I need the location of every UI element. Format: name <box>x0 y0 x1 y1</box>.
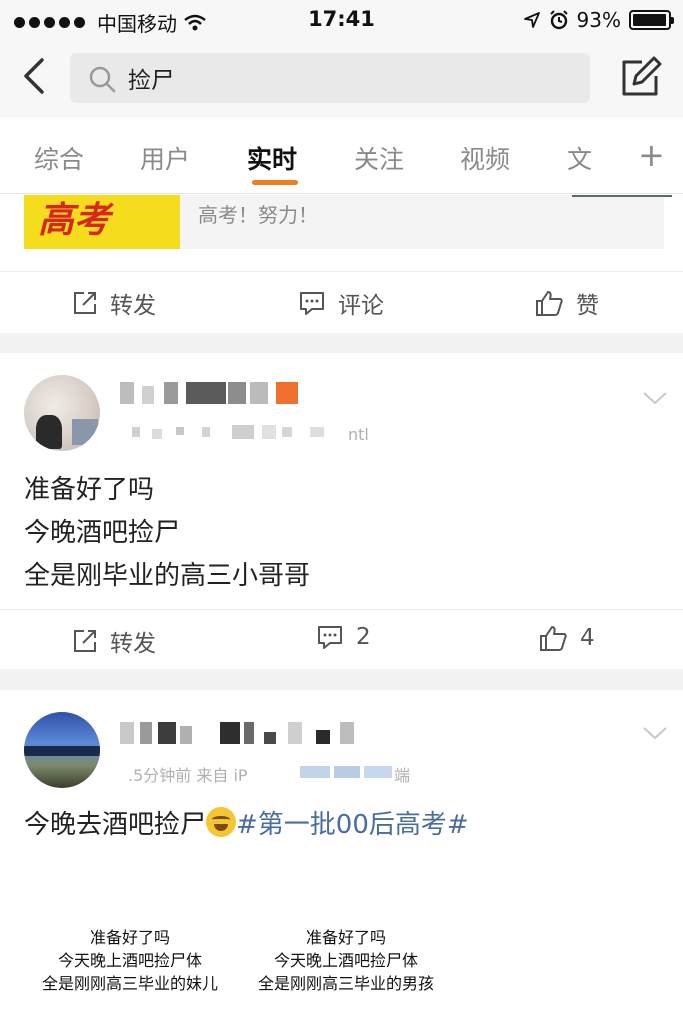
caption-line: 今天晚上酒吧捡尸体 <box>57 951 202 970</box>
post-meta-blurred <box>300 766 396 780</box>
comment-icon <box>300 292 324 315</box>
username-blurred[interactable] <box>120 382 300 404</box>
repost-button[interactable]: 转发 <box>72 286 156 320</box>
feed[interactable]: 高考 高考！努力！ 转发 评论 赞 ntl 准备好了吗 今晚酒吧捡尸 全是刚毕业… <box>0 195 683 1032</box>
repost-label: 转发 <box>110 631 156 657</box>
caption-line: 准备好了吗 <box>305 928 386 947</box>
post-body: 准备好了吗 今晚酒吧捡尸 全是刚毕业的高三小哥哥 <box>24 469 310 598</box>
tab-video[interactable]: 视频 <box>460 140 510 176</box>
quoted-divider <box>572 195 672 197</box>
tab-articles[interactable]: 文 <box>567 140 592 176</box>
repost-button[interactable]: 转发 <box>72 624 156 658</box>
post-actions: 转发 评论 赞 <box>0 271 683 331</box>
thumbs-up-icon <box>536 291 563 316</box>
search-icon <box>89 66 116 93</box>
avatar[interactable] <box>24 375 100 451</box>
post-meta: .5分钟前 来自 iP <box>128 766 248 785</box>
alarm-icon <box>549 10 568 30</box>
avatar-pixelation <box>24 746 100 756</box>
post-source: ntl <box>348 425 369 444</box>
avatar-figure <box>36 415 62 449</box>
post-source: 端 <box>394 766 411 785</box>
tab-comprehensive[interactable]: 综合 <box>34 140 84 176</box>
repost-icon <box>74 630 96 652</box>
search-input[interactable] <box>128 61 568 95</box>
caption-line: 全是刚刚高三毕业的妹儿 <box>41 974 218 993</box>
battery-percentage: 93% <box>576 8 621 32</box>
chevron-down-icon[interactable] <box>642 726 668 742</box>
tab-following[interactable]: 关注 <box>354 140 404 176</box>
comment-icon <box>318 626 342 649</box>
repost-label: 转发 <box>110 293 156 319</box>
compose-button[interactable] <box>618 54 664 100</box>
caption-line: 全是刚刚高三毕业的男孩 <box>257 974 434 993</box>
laugh-cry-emoji-icon <box>206 807 237 837</box>
post-line: 今晚酒吧捡尸 <box>24 518 181 548</box>
hashtag-link[interactable]: #第一批00后高考# <box>236 810 469 840</box>
like-label: 赞 <box>576 293 599 319</box>
tab-realtime[interactable]: 实时 <box>247 140 297 176</box>
compose-icon <box>622 56 662 96</box>
chevron-left-icon <box>24 58 44 94</box>
search-box[interactable] <box>70 53 590 103</box>
quoted-text: 高考！努力！ <box>198 203 318 227</box>
quoted-image[interactable]: 高考 <box>24 195 180 249</box>
status-bar: 中国移动 17:41 93% <box>0 0 683 40</box>
image-caption[interactable]: 准备好了吗 今天晚上酒吧捡尸体 全是刚刚高三毕业的男孩 <box>226 926 466 995</box>
post-line: 准备好了吗 <box>24 475 155 505</box>
comment-count: 2 <box>356 624 371 650</box>
like-button[interactable]: 4 <box>538 624 595 652</box>
post-card: .5分钟前 来自 iP 端 今晚去酒吧捡尸 #第一批00后高考# 准备好了吗 今天… <box>0 690 683 1032</box>
active-tab-indicator <box>252 180 298 185</box>
repost-icon <box>74 292 96 314</box>
tab-users[interactable]: 用户 <box>140 140 190 176</box>
like-button[interactable]: 赞 <box>534 286 599 320</box>
battery-icon <box>629 10 674 30</box>
quoted-image-text: 高考 <box>38 199 111 241</box>
image-caption[interactable]: 准备好了吗 今天晚上酒吧捡尸体 全是刚刚高三毕业的妹儿 <box>10 926 250 995</box>
search-tabs: 综合 用户 实时 关注 视频 文 + <box>0 118 683 194</box>
post-line: 全是刚毕业的高三小哥哥 <box>24 561 311 591</box>
search-header <box>0 40 683 118</box>
thumbs-up-icon <box>540 626 567 651</box>
post-body: 今晚去酒吧捡尸 #第一批00后高考# <box>24 804 469 847</box>
post-card: 高考 高考！努力！ 转发 评论 赞 <box>0 195 683 333</box>
caption-line: 准备好了吗 <box>89 928 170 947</box>
back-button[interactable] <box>16 54 56 98</box>
like-count: 4 <box>580 625 595 651</box>
comment-label: 评论 <box>338 293 384 319</box>
post-card: ntl 准备好了吗 今晚酒吧捡尸 全是刚毕业的高三小哥哥 转发 2 4 <box>0 353 683 669</box>
post-text: 今晚去酒吧捡尸 <box>24 810 207 840</box>
username-blurred[interactable] <box>120 722 360 744</box>
avatar-pixelation <box>72 419 98 445</box>
chevron-down-icon[interactable] <box>642 391 668 407</box>
location-arrow-icon <box>523 12 540 28</box>
caption-line: 今天晚上酒吧捡尸体 <box>273 951 418 970</box>
add-tab-button[interactable]: + <box>638 136 665 174</box>
comment-button[interactable]: 2 <box>316 624 371 650</box>
comment-button[interactable]: 评论 <box>298 286 384 320</box>
avatar[interactable] <box>24 712 100 788</box>
post-meta-blurred <box>132 425 332 439</box>
post-actions: 转发 2 4 <box>0 609 683 669</box>
